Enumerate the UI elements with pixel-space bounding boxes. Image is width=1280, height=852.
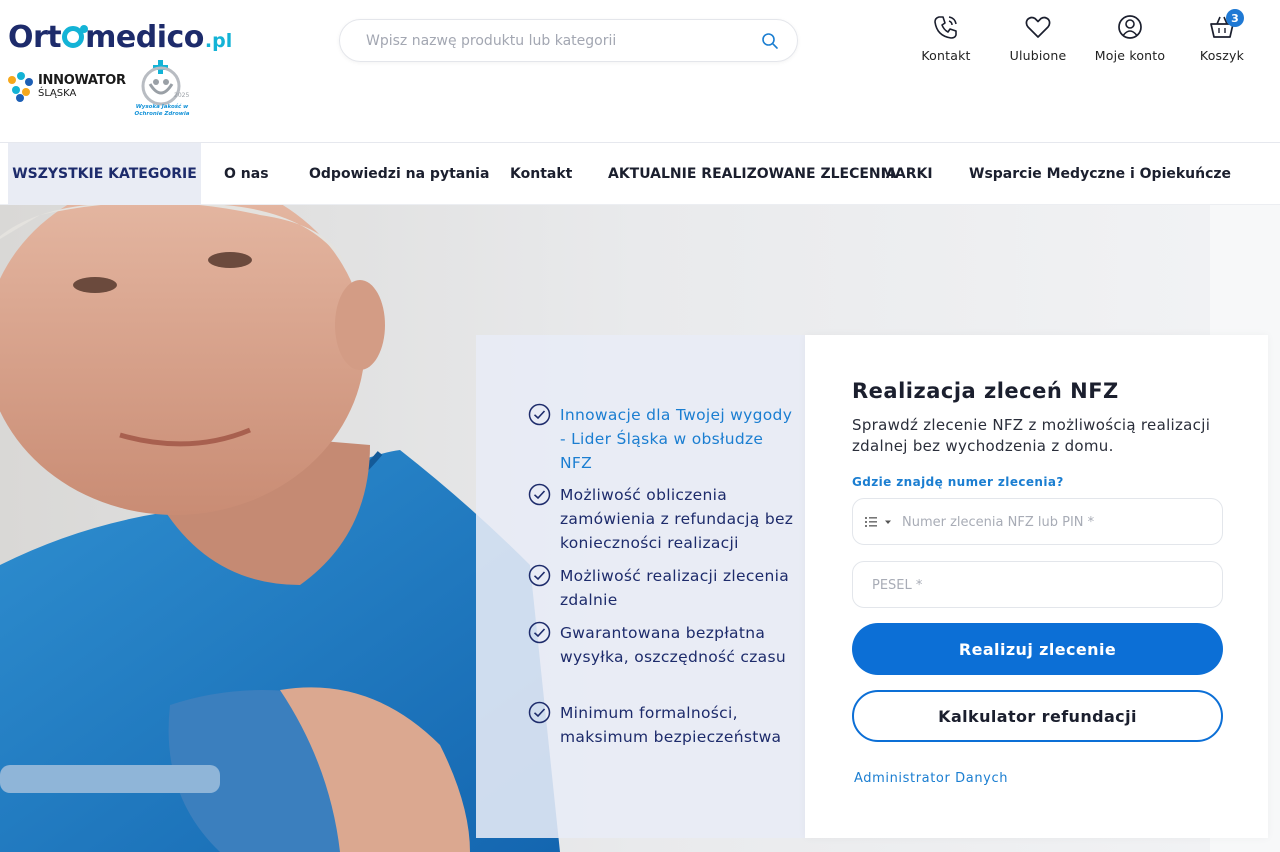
- help-link[interactable]: Gdzie znajdę numer zlecenia?: [852, 475, 1064, 489]
- order-number-input[interactable]: [902, 512, 1202, 532]
- phone-icon: [934, 16, 957, 39]
- refund-calculator-button[interactable]: Kalkulator refundacji: [852, 690, 1223, 742]
- nav-item-about[interactable]: O nas: [224, 143, 269, 205]
- header-contact-label: Kontakt: [921, 48, 971, 63]
- nav-item-brands[interactable]: MARKI: [881, 143, 933, 205]
- header-favorites-label: Ulubione: [1009, 48, 1067, 63]
- header-account-label: Moje konto: [1094, 48, 1166, 63]
- submit-order-button[interactable]: Realizuj zlecenie: [852, 623, 1223, 675]
- benefit-text: Możliwość obliczenia zamówienia z refund…: [560, 486, 794, 552]
- user-icon: [1118, 15, 1142, 39]
- nav-item-medical-support[interactable]: Wsparcie Medyczne i Opiekuńcze: [969, 143, 1231, 205]
- benefit-text: Minimum formalności, maksimum bezpieczeń…: [560, 704, 782, 746]
- site-header: Ort medico .pl INNOWATOR ŚLĄSKA 2025 Wysok…: [0, 0, 1280, 143]
- nav-item-all-categories[interactable]: WSZYSTKIE KATEGORIE: [8, 143, 201, 205]
- quality-badge-year: 2025: [174, 92, 190, 99]
- check-circle-icon: [528, 403, 551, 426]
- benefit-text: Możliwość realizacji zlecenia zdalnie: [560, 567, 790, 609]
- innowator-badge: INNOWATOR ŚLĄSKA: [8, 72, 126, 102]
- benefit-item: Innowacje dla Twojej wygody - Lider Śląs…: [528, 403, 800, 475]
- innowator-line2: ŚLĄSKA: [38, 88, 77, 99]
- check-circle-icon: [528, 621, 551, 644]
- header-cart-button[interactable]: 3 Koszyk: [1182, 9, 1262, 63]
- cart-count-badge: 3: [1226, 9, 1244, 27]
- benefits-panel: Innowacje dla Twojej wygody - Lider Śląs…: [476, 335, 806, 838]
- main-nav: WSZYSTKIE KATEGORIE O nas Odpowiedzi na …: [0, 143, 1280, 205]
- nfz-order-form: Realizacja zleceń NFZ Sprawdź zlecenie N…: [805, 335, 1268, 838]
- pesel-input[interactable]: [872, 575, 1202, 595]
- nav-item-current-orders[interactable]: AKTUALNIE REALIZOWANE ZLECENIA: [608, 143, 897, 205]
- check-circle-icon: [528, 701, 551, 724]
- innowator-logo-icon: [8, 72, 34, 102]
- list-dropdown-icon[interactable]: [865, 515, 893, 529]
- header-favorites-button[interactable]: Ulubione: [998, 12, 1078, 63]
- header-cart-label: Koszyk: [1199, 48, 1245, 63]
- form-subtitle: Sprawdź zlecenie NFZ z możliwością reali…: [852, 416, 1211, 455]
- nav-item-faq[interactable]: Odpowiedzi na pytania: [309, 143, 489, 205]
- benefit-text: Gwarantowana bezpłatna wysyłka, oszczędn…: [560, 624, 786, 666]
- heart-icon: [1025, 16, 1051, 38]
- check-circle-icon: [528, 564, 551, 587]
- form-title: Realizacja zleceń NFZ: [852, 379, 1119, 403]
- benefit-item: Gwarantowana bezpłatna wysyłka, oszczędn…: [528, 621, 800, 669]
- benefit-item: Możliwość obliczenia zamówienia z refund…: [528, 483, 800, 555]
- benefit-item: Możliwość realizacji zlecenia zdalnie: [528, 564, 800, 612]
- pesel-field: [852, 561, 1223, 608]
- benefit-text: Innowacje dla Twojej wygody - Lider Śląs…: [560, 406, 793, 472]
- hero-section: Innowacje dla Twojej wygody - Lider Śląs…: [0, 205, 1280, 852]
- nav-item-contact[interactable]: Kontakt: [510, 143, 572, 205]
- header-account-button[interactable]: Moje konto: [1090, 12, 1170, 63]
- innowator-line1: INNOWATOR: [38, 73, 126, 88]
- data-administrator-link[interactable]: Administrator Danych: [854, 771, 1008, 786]
- quality-badge-text: Wysoka Jakość w Ochronie Zdrowia: [134, 104, 190, 117]
- benefit-item: Minimum formalności, maksimum bezpieczeń…: [528, 701, 800, 749]
- check-circle-icon: [528, 483, 551, 506]
- order-number-field: [852, 498, 1223, 545]
- header-contact-button[interactable]: Kontakt: [906, 12, 986, 63]
